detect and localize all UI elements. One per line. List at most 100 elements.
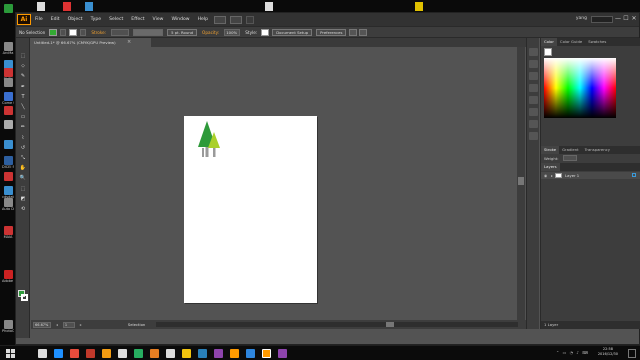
desktop-shortcut[interactable] xyxy=(2,106,14,115)
taskbar-app-icon[interactable] xyxy=(102,349,111,358)
arrange-documents-button[interactable] xyxy=(230,15,243,24)
desktop-shortcut[interactable] xyxy=(2,4,14,13)
taskbar-app-icon[interactable] xyxy=(166,349,175,358)
taskbar-app-icon[interactable] xyxy=(246,349,255,358)
workspace-switcher[interactable]: yang xyxy=(576,16,587,21)
layer-target-icon[interactable] xyxy=(632,173,636,177)
tool-3-icon[interactable]: ✒ xyxy=(18,83,28,91)
vertical-scrollbar[interactable] xyxy=(517,47,525,320)
fill-color-box[interactable] xyxy=(544,48,552,56)
desktop-shortcut[interactable] xyxy=(2,120,14,129)
layer-name[interactable]: Layer 1 xyxy=(565,172,579,179)
menu-type[interactable]: Type xyxy=(87,13,106,26)
taskbar-app-icon[interactable] xyxy=(134,349,143,358)
close-button[interactable]: ✕ xyxy=(630,15,638,23)
variable-width-profile[interactable] xyxy=(133,28,164,36)
tool-12-icon[interactable]: 🔍 xyxy=(18,174,28,182)
dock-panel-6-icon[interactable] xyxy=(529,120,538,128)
dock-panel-2-icon[interactable] xyxy=(529,72,538,80)
desktop-shortcut[interactable] xyxy=(2,172,14,181)
menu-help[interactable]: Help xyxy=(194,13,212,26)
preferences-button[interactable]: Preferences xyxy=(316,28,347,36)
tool-13-icon[interactable]: ⬚ xyxy=(18,185,28,193)
tool-9-icon[interactable]: ↺ xyxy=(18,144,28,152)
menu-file[interactable]: File xyxy=(31,13,47,26)
current-tool-status[interactable]: Selection xyxy=(125,322,149,327)
windows-start-icon[interactable] xyxy=(6,349,15,358)
document-setup-button[interactable]: Document Setup xyxy=(272,28,313,36)
taskbar-app-icon[interactable] xyxy=(198,349,207,358)
tool-11-icon[interactable]: ✋ xyxy=(18,164,28,172)
minimize-button[interactable]: — xyxy=(614,15,622,23)
tool-0-icon[interactable]: ⬚ xyxy=(18,52,28,60)
opacity-label[interactable]: Opacity: xyxy=(199,30,222,35)
taskbar-app-icon[interactable] xyxy=(118,349,127,358)
system-tray-icons[interactable]: ⌃ ▭ ◔ ♪ ⌨ xyxy=(556,350,596,357)
desktop-shortcut[interactable]: DICEI Shor xyxy=(2,156,14,169)
tab-color-guide[interactable]: Color Guide xyxy=(557,38,585,46)
desktop-file-icon[interactable] xyxy=(37,2,45,11)
desktop-shortcut[interactable]: ArcMa xyxy=(2,42,14,55)
stroke-weight-field[interactable] xyxy=(111,28,130,36)
menu-view[interactable]: View xyxy=(149,13,168,26)
tool-1-icon[interactable]: ⬦ xyxy=(18,62,28,70)
dock-panel-4-icon[interactable] xyxy=(529,96,538,104)
taskbar-app-icon[interactable] xyxy=(38,349,47,358)
desktop-file-icon[interactable] xyxy=(85,2,93,11)
visibility-eye-icon[interactable]: ◉ xyxy=(544,172,547,179)
desktop-shortcut[interactable]: Come Shor xyxy=(2,92,14,105)
taskbar-app-icon[interactable] xyxy=(182,349,191,358)
fill-dropdown[interactable] xyxy=(60,28,67,36)
desktop-file-icon[interactable] xyxy=(63,2,71,11)
taskbar-app-icon[interactable] xyxy=(86,349,95,358)
tab-gradient[interactable]: Gradient xyxy=(559,146,582,154)
fill-swatch[interactable] xyxy=(49,28,58,36)
tab-color[interactable]: Color xyxy=(541,38,557,46)
help-search-input[interactable] xyxy=(591,16,613,23)
tool-7-icon[interactable]: ✏ xyxy=(18,123,28,131)
menu-edit[interactable]: Edit xyxy=(47,13,64,26)
taskbar-app-icon[interactable] xyxy=(262,349,271,358)
dock-panel-7-icon[interactable] xyxy=(529,132,538,140)
document-tab[interactable]: Untitled-1* @ 66.67% (CMYK/GPU Preview) … xyxy=(31,38,151,47)
dock-panel-0-icon[interactable] xyxy=(529,48,538,56)
taskbar-app-icon[interactable] xyxy=(214,349,223,358)
menu-effect[interactable]: Effect xyxy=(127,13,148,26)
tab-swatches[interactable]: Swatches xyxy=(585,38,609,46)
tool-15-icon[interactable]: ⟲ xyxy=(18,205,28,213)
tab-layers[interactable]: Layers xyxy=(541,163,560,171)
taskbar-app-icon[interactable] xyxy=(70,349,79,358)
artboard[interactable] xyxy=(184,116,317,303)
tool-14-icon[interactable]: ◩ xyxy=(18,195,28,203)
scroll-thumb[interactable] xyxy=(518,177,524,185)
desktop-file-icon[interactable] xyxy=(265,2,273,11)
tool-2-icon[interactable]: ✎ xyxy=(18,72,28,80)
menu-object[interactable]: Object xyxy=(64,13,87,26)
horizontal-scrollbar[interactable] xyxy=(156,322,518,327)
gpu-performance-button[interactable] xyxy=(246,15,255,24)
menu-window[interactable]: Window xyxy=(167,13,193,26)
graphic-style-swatch[interactable] xyxy=(261,28,270,36)
weight-field[interactable] xyxy=(563,155,577,161)
tool-6-icon[interactable]: ▭ xyxy=(18,113,28,121)
desktop-shortcut[interactable]: MAIA xyxy=(2,226,14,239)
dock-panel-3-icon[interactable] xyxy=(529,84,538,92)
artboard-prev-icon[interactable]: ◂ xyxy=(53,322,61,327)
tab-transparency[interactable]: Transparency xyxy=(582,146,613,154)
bridge-button[interactable] xyxy=(214,15,227,24)
control-panel-menu-icon[interactable] xyxy=(359,28,368,36)
layer-row[interactable]: ◉ ▸ Layer 1 xyxy=(541,172,640,179)
tool-8-icon[interactable]: ⌇ xyxy=(18,134,28,142)
desktop-file-icon[interactable] xyxy=(415,2,423,11)
desktop-shortcut[interactable] xyxy=(2,78,14,87)
tool-5-icon[interactable]: ╲ xyxy=(18,103,28,111)
desktop-shortcut[interactable]: Adobe Creat xyxy=(2,270,14,283)
expand-layer-icon[interactable]: ▸ xyxy=(551,172,553,179)
menu-select[interactable]: Select xyxy=(105,13,127,26)
dock-panel-1-icon[interactable] xyxy=(529,60,538,68)
close-tab-icon[interactable]: × xyxy=(127,38,131,47)
brush-definition-dropdown[interactable]: 5 pt. Round xyxy=(167,28,198,36)
canvas-area[interactable] xyxy=(31,47,523,320)
stroke-label[interactable]: Stroke: xyxy=(88,30,109,35)
color-spectrum[interactable] xyxy=(544,58,616,118)
